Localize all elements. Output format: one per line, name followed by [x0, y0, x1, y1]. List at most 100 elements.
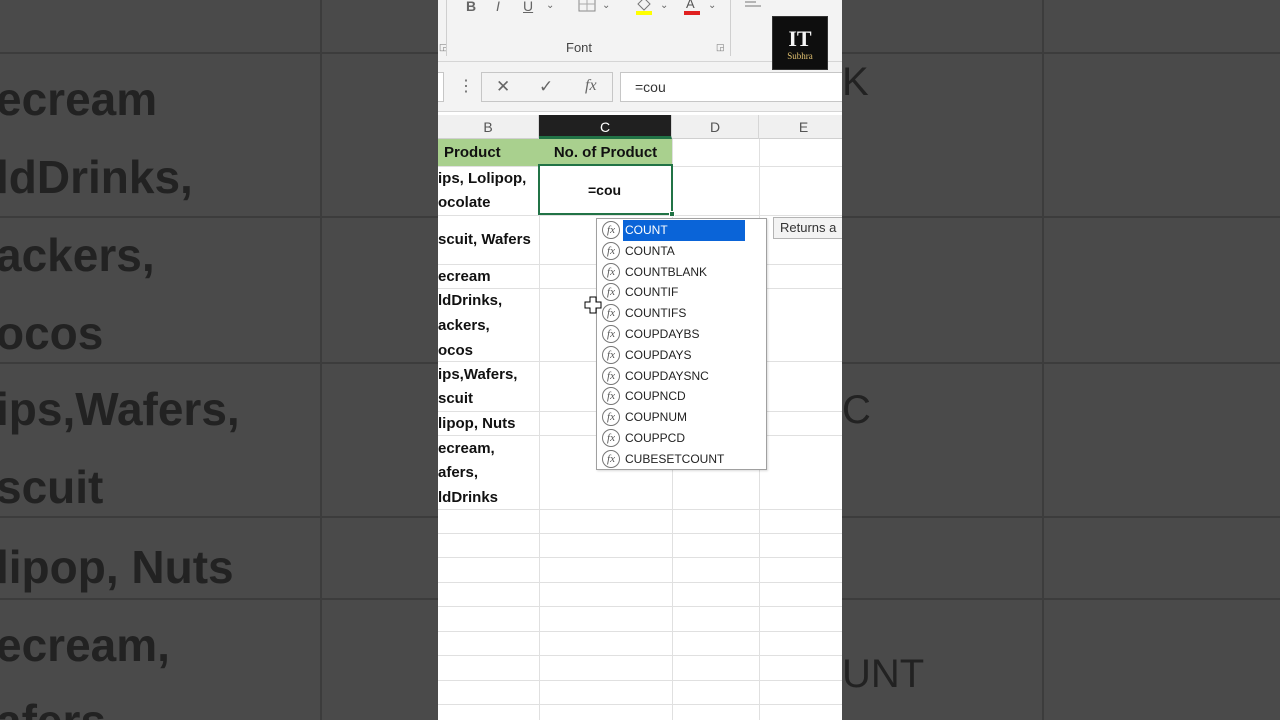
- dialog-launcher-icon[interactable]: ◲: [716, 42, 725, 53]
- function-icon: fx: [602, 366, 620, 385]
- product-cell[interactable]: ocolate: [438, 194, 491, 211]
- cell-cursor-icon: [584, 296, 602, 314]
- function-icon: fx: [602, 262, 620, 281]
- bg-text: K: [842, 60, 869, 104]
- enter-button[interactable]: ✓: [539, 77, 553, 97]
- column-headers: B C D E: [438, 115, 842, 139]
- product-cell[interactable]: ocos: [438, 342, 473, 359]
- formula-input[interactable]: =cou: [620, 72, 842, 102]
- autocomplete-item[interactable]: fx COUNTIFS: [601, 303, 746, 324]
- italic-button[interactable]: I: [496, 0, 500, 14]
- logo-sub-text: Subhra: [787, 51, 813, 61]
- bg-text: ips,Wafers,: [0, 383, 240, 435]
- underline-button[interactable]: U: [523, 0, 533, 14]
- autocomplete-item[interactable]: fx COUPDAYS: [601, 345, 746, 366]
- autocomplete-item[interactable]: fx COUNTIF: [601, 282, 746, 303]
- autocomplete-item-label: COUPDAYS: [625, 347, 692, 362]
- product-cell[interactable]: ips, Lolipop,: [438, 170, 526, 187]
- header-cell-no-of-product[interactable]: No. of Product: [539, 139, 672, 166]
- autocomplete-item-label: COUPNCD: [625, 389, 686, 404]
- chevron-down-icon[interactable]: ⌄: [660, 0, 668, 11]
- autocomplete-item-label: COUPDAYSNC: [625, 368, 709, 383]
- product-cell[interactable]: lipop, Nuts: [438, 415, 516, 432]
- bg-text: UNT: [842, 652, 925, 696]
- bg-text: lipop, Nuts: [0, 541, 234, 593]
- bg-text: ocos: [0, 307, 104, 359]
- autocomplete-item-label: COUPDAYBS: [625, 327, 700, 341]
- column-header-c[interactable]: C: [539, 115, 672, 139]
- insert-function-button[interactable]: fx: [585, 77, 597, 95]
- product-cell[interactable]: afers,: [438, 464, 478, 481]
- function-icon: fx: [602, 387, 620, 406]
- autocomplete-item-label: COUPNUM: [625, 410, 687, 425]
- formula-buttons: ✕ ✓ fx: [481, 72, 613, 102]
- bg-text: scuit: [0, 461, 104, 513]
- function-icon: fx: [602, 304, 620, 323]
- bg-text: C: [842, 388, 871, 432]
- function-autocomplete: fx COUNT fx COUNTA fx COUNTBLANK fx COUNTIF fx CO…: [596, 218, 767, 470]
- function-icon: fx: [602, 345, 620, 364]
- borders-icon[interactable]: [578, 0, 596, 15]
- product-cell[interactable]: scuit: [438, 390, 473, 407]
- function-icon: fx: [602, 325, 620, 343]
- product-cell[interactable]: ldDrinks,: [438, 292, 502, 309]
- autocomplete-item[interactable]: fx CUBESETCOUNT: [601, 449, 746, 470]
- excel-window: B I U ⌄ ⌄ ⌄ A ⌄ ◲ Font ◲ ⋮ ✕ ✓ fx =cou I…: [438, 0, 842, 720]
- align-left-icon[interactable]: [744, 0, 762, 13]
- function-icon: fx: [602, 449, 620, 468]
- function-icon: fx: [602, 283, 620, 302]
- autocomplete-item-label: COUNTBLANK: [625, 264, 708, 279]
- product-cell[interactable]: ackers,: [438, 317, 490, 334]
- svg-text:A: A: [686, 0, 695, 11]
- autocomplete-item-label: COUNTA: [625, 243, 675, 258]
- autocomplete-item-label: CUBESETCOUNT: [625, 451, 725, 466]
- active-cell-text: =cou: [588, 182, 622, 198]
- function-icon: fx: [602, 429, 620, 447]
- bg-text: ecream,: [0, 619, 170, 671]
- autocomplete-item[interactable]: fx COUPDAYBS: [601, 324, 746, 345]
- logo-main-text: IT: [788, 26, 812, 51]
- autocomplete-item[interactable]: fx COUNT: [601, 220, 746, 241]
- bg-text: ackers,: [0, 229, 155, 281]
- ribbon-separator: [446, 0, 447, 56]
- more-options-icon[interactable]: ⋮: [458, 76, 474, 96]
- function-icon: fx: [602, 221, 620, 239]
- function-icon: fx: [602, 408, 620, 427]
- function-icon: fx: [602, 241, 620, 260]
- chevron-down-icon[interactable]: ⌄: [602, 0, 610, 11]
- product-cell[interactable]: ips,Wafers,: [438, 366, 517, 383]
- autocomplete-item-label: COUNTIFS: [625, 306, 687, 321]
- autocomplete-item-label: COUPPCD: [625, 431, 686, 445]
- cancel-button[interactable]: ✕: [496, 77, 510, 97]
- product-cell[interactable]: scuit, Wafers: [438, 231, 531, 248]
- bold-button[interactable]: B: [466, 0, 476, 14]
- chevron-down-icon[interactable]: ⌄: [708, 0, 716, 11]
- autocomplete-item[interactable]: fx COUNTBLANK: [601, 262, 746, 283]
- active-cell[interactable]: =cou: [538, 164, 673, 215]
- column-header-d[interactable]: D: [672, 115, 759, 139]
- bg-text: afers: [0, 694, 106, 720]
- ribbon-separator: [730, 0, 731, 56]
- bg-text: ldDrinks,: [0, 151, 193, 203]
- font-group-label: Font: [566, 40, 593, 55]
- autocomplete-item[interactable]: fx COUPPCD: [601, 428, 746, 449]
- name-box[interactable]: [438, 72, 444, 102]
- header-cell-product[interactable]: Product: [438, 139, 539, 166]
- product-cell[interactable]: ecream,: [438, 440, 495, 457]
- autocomplete-item[interactable]: fx COUPNCD: [601, 386, 746, 407]
- fill-color-icon[interactable]: [634, 0, 654, 19]
- autocomplete-item[interactable]: fx COUPDAYSNC: [601, 366, 746, 387]
- bg-text: ecream: [0, 73, 158, 125]
- column-header-e[interactable]: E: [759, 115, 842, 139]
- product-cell[interactable]: ldDrinks: [438, 489, 498, 506]
- column-header-b[interactable]: B: [438, 115, 539, 139]
- channel-logo: IT Subhra: [772, 16, 828, 70]
- font-color-icon[interactable]: A: [682, 0, 702, 19]
- chevron-down-icon[interactable]: ⌄: [546, 0, 554, 11]
- autocomplete-item[interactable]: fx COUPNUM: [601, 407, 746, 428]
- function-tooltip: Returns a: [773, 217, 842, 239]
- autocomplete-item[interactable]: fx COUNTA: [601, 241, 746, 262]
- fill-handle[interactable]: [669, 211, 675, 217]
- autocomplete-item-label: COUNT: [623, 220, 745, 241]
- product-cell[interactable]: ecream: [438, 268, 491, 285]
